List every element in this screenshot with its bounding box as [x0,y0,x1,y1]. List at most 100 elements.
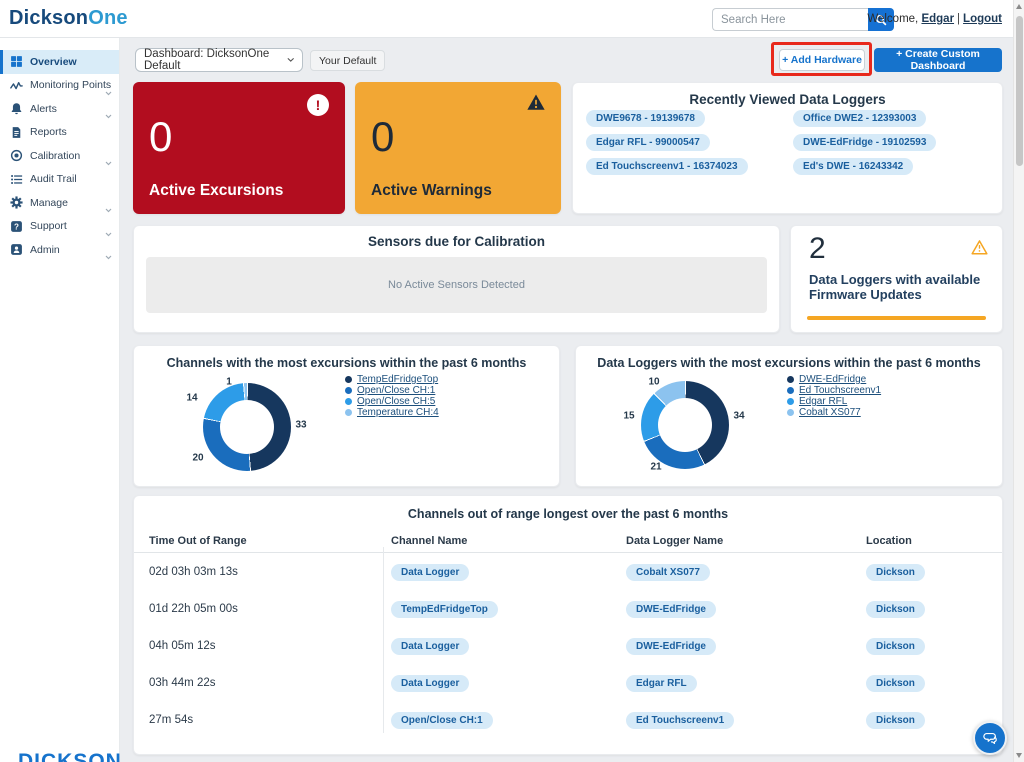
active-excursions-card: ! 0 Active Excursions [133,82,345,214]
top-header: DicksonOne Welcome, Edgar|Logout [0,0,1024,38]
chart-title: Data Loggers with the most excursions wi… [576,356,1002,370]
donut-value-label: 20 [192,453,203,464]
sidebar-nav: Overview Monitoring Points Alerts Report… [0,38,120,762]
location-link[interactable]: Dickson [866,601,925,618]
firmware-label: Data Loggers with available Firmware Upd… [809,272,984,302]
table-title: Channels out of range longest over the p… [134,507,1002,521]
logo-text-secondary: One [88,7,128,29]
sidebar-item-monitoring-points[interactable]: Monitoring Points [0,74,119,98]
donut-value-label: 10 [648,377,659,388]
data-logger-link[interactable]: DWE-EdFridge [626,601,716,618]
svg-text:?: ? [14,222,19,231]
legend-label: TempEdFridgeTop [357,374,438,385]
vertical-scrollbar[interactable] [1013,0,1024,762]
legend-item[interactable]: Cobalt XS077 [787,407,881,418]
calibration-card: Sensors due for Calibration No Active Se… [133,225,780,333]
data-logger-link[interactable]: Edgar RFL [626,675,697,692]
warning-triangle-icon [526,93,546,116]
dashboard-selector[interactable]: Dashboard: DicksonOne Default [135,48,303,72]
table-header-row: Time Out of Range Channel Name Data Logg… [134,529,1002,553]
scroll-up-arrow[interactable] [1016,4,1022,9]
table-row: 04h 05m 12s Data Logger DWE-EdFridge Dic… [134,627,1002,664]
recently-viewed-card: Recently Viewed Data Loggers DWE9678 - 1… [572,82,1003,214]
sidebar-item-alerts[interactable]: Alerts [0,97,119,121]
legend-item[interactable]: DWE-EdFridge [787,374,881,385]
legend-dot [345,409,352,416]
time-out-of-range-cell: 03h 44m 22s [149,677,391,689]
legend-dot [787,398,794,405]
sidebar-item-label: Manage [30,197,68,209]
legend-item[interactable]: Edgar RFL [787,396,881,407]
grid-icon [10,55,23,68]
legend-item[interactable]: Open/Close CH:5 [345,396,439,407]
scroll-down-arrow[interactable] [1016,753,1022,758]
channels-excursions-chart-card: Channels with the most excursions within… [133,345,560,487]
location-link[interactable]: Dickson [866,638,925,655]
location-link[interactable]: Dickson [866,564,925,581]
location-link[interactable]: Dickson [866,675,925,692]
donut-value-label: 1 [226,377,232,388]
legend-label: Cobalt XS077 [799,407,861,418]
data-logger-link[interactable]: DWE-EdFridge [626,638,716,655]
firmware-count: 2 [809,232,826,266]
scrollbar-thumb[interactable] [1016,16,1023,166]
user-link[interactable]: Edgar [921,13,954,25]
channels-donut-chart[interactable] [203,383,291,471]
sidebar-item-reports[interactable]: Reports [0,121,119,145]
data-logger-link[interactable]: Edgar RFL - 99000547 [586,134,710,151]
data-logger-link[interactable]: Office DWE2 - 12393003 [793,110,926,127]
pulse-icon [10,79,23,92]
welcome-area: Welcome, Edgar|Logout [867,13,1002,25]
legend-item[interactable]: Open/Close CH:1 [345,385,439,396]
legend-item[interactable]: Temperature CH:4 [345,407,439,418]
legend-item[interactable]: Ed Touchscreenv1 [787,385,881,396]
search-input[interactable] [712,8,868,31]
legend-item[interactable]: TempEdFridgeTop [345,374,439,385]
sidebar-item-calibration[interactable]: Calibration [0,144,119,168]
channel-link[interactable]: TempEdFridgeTop [391,601,498,618]
data-logger-link[interactable]: DWE-EdFridge - 19102593 [793,134,936,151]
data-logger-link[interactable]: Ed Touchscreenv1 - 16374023 [586,158,748,175]
sidebar-item-overview[interactable]: Overview [0,50,119,74]
excursions-count: 0 [149,116,172,158]
donut-value-label: 21 [650,462,661,473]
donut-value-label: 34 [733,411,744,422]
sidebar-item-audit-trail[interactable]: Audit Trail [0,168,119,192]
document-icon [10,126,23,139]
calibration-empty-message: No Active Sensors Detected [388,279,525,291]
column-header: Time Out of Range [149,535,391,547]
create-custom-dashboard-button[interactable]: + Create Custom Dashboard [874,48,1002,72]
sidebar-item-admin[interactable]: Admin [0,238,119,262]
time-out-of-range-cell: 27m 54s [149,714,391,726]
sidebar-item-support[interactable]: ? Support [0,215,119,239]
channel-link[interactable]: Data Logger [391,564,469,581]
time-out-of-range-cell: 01d 22h 05m 00s [149,603,391,615]
data-logger-link[interactable]: Ed Touchscreenv1 [626,712,734,729]
legend-label: Open/Close CH:5 [357,396,435,407]
table-row: 27m 54s Open/Close CH:1 Ed Touchscreenv1… [134,701,1002,738]
data-logger-link[interactable]: DWE9678 - 19139678 [586,110,705,127]
chevron-down-icon [105,247,112,265]
data-logger-link[interactable]: Cobalt XS077 [626,564,710,581]
logout-link[interactable]: Logout [963,13,1002,25]
location-link[interactable]: Dickson [866,712,925,729]
legend-label: Open/Close CH:1 [357,385,435,396]
dickson-wordmark: DICKSON [18,750,122,762]
loggers-donut-chart[interactable] [641,381,729,469]
legend-dot [787,409,794,416]
legend-dot [787,387,794,394]
channel-link[interactable]: Open/Close CH:1 [391,712,493,729]
add-hardware-button[interactable]: + Add Hardware [779,49,865,71]
data-logger-link[interactable]: Ed's DWE - 16243342 [793,158,913,175]
table-row: 03h 44m 22s Data Logger Edgar RFL Dickso… [134,664,1002,701]
column-header: Location [866,535,1002,547]
channel-link[interactable]: Data Logger [391,675,469,692]
chat-fab-button[interactable] [973,721,1007,755]
warnings-count: 0 [371,116,394,158]
legend-dot [345,376,352,383]
channel-link[interactable]: Data Logger [391,638,469,655]
sidebar-item-manage[interactable]: Manage [0,191,119,215]
table-column-divider [383,547,384,733]
logo-text-primary: Dickson [9,7,88,29]
column-header: Data Logger Name [626,535,866,547]
